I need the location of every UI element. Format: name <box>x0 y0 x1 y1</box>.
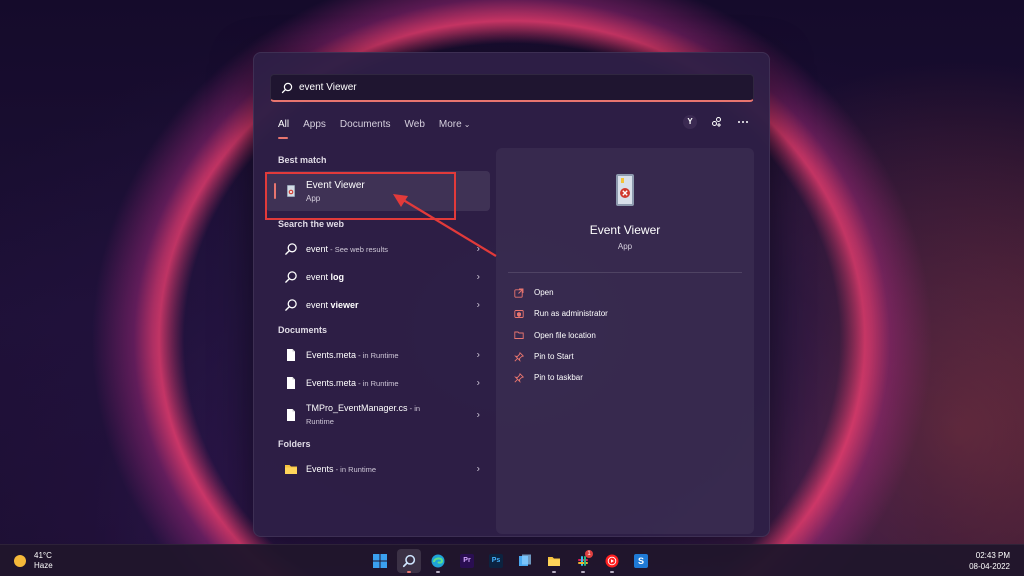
section-best-match: Best match <box>278 155 327 165</box>
pin-icon <box>514 372 524 383</box>
search-icon <box>285 243 297 255</box>
taskbar: 41°C Haze Pr Ps 1 S 02:43 PM 08-04-2022 <box>0 544 1024 576</box>
notification-badge: 1 <box>585 550 593 558</box>
web-result-event[interactable]: event - See web results › <box>266 235 490 263</box>
preview-actions: Open Run as administrator Open file loca… <box>514 282 608 388</box>
start-button[interactable] <box>368 549 392 573</box>
snagit-button[interactable]: S <box>629 549 653 573</box>
weather-temperature: 41°C <box>34 551 52 560</box>
folder-icon <box>285 465 297 474</box>
windows-icon <box>373 554 387 568</box>
youtube-music-button[interactable] <box>600 549 624 573</box>
section-search-the-web: Search the web <box>278 219 345 229</box>
premiere-pro-icon: Pr <box>460 554 474 568</box>
folder-icon <box>514 331 524 340</box>
event-viewer-icon <box>616 174 634 206</box>
pin-icon <box>514 351 524 362</box>
sun-icon <box>14 555 26 567</box>
document-icon <box>287 377 295 389</box>
chevron-right-icon: › <box>476 349 480 361</box>
open-icon <box>514 288 524 298</box>
preview-type: App <box>617 242 633 251</box>
search-taskbar-button[interactable] <box>397 549 421 573</box>
more-options-icon[interactable] <box>737 116 749 128</box>
slack-button[interactable]: 1 <box>571 549 595 573</box>
action-open-file-location[interactable]: Open file location <box>514 325 608 346</box>
task-view-icon <box>519 554 531 566</box>
action-run-as-administrator[interactable]: Run as administrator <box>514 303 608 324</box>
system-clock[interactable]: 02:43 PM 08-04-2022 <box>969 550 1010 572</box>
photoshop-icon: Ps <box>489 554 503 568</box>
action-open[interactable]: Open <box>514 282 608 303</box>
premiere-pro-button[interactable]: Pr <box>455 549 479 573</box>
chevron-right-icon: › <box>476 299 480 311</box>
search-icon <box>285 271 297 283</box>
clock-time: 02:43 PM <box>975 551 1010 560</box>
search-filter-tabs: All Apps Documents Web More ⌄ <box>278 117 484 139</box>
tab-web[interactable]: Web <box>405 117 433 139</box>
document-result[interactable]: TMPro_EventManager.cs - in Runtime › <box>266 397 490 433</box>
chevron-right-icon: › <box>476 243 480 255</box>
folder-result[interactable]: Events - in Runtime › <box>266 455 490 483</box>
chevron-right-icon: › <box>476 271 480 283</box>
start-search-panel: All Apps Documents Web More⌄ Y Best matc… <box>253 52 770 537</box>
tab-documents[interactable]: Documents <box>340 117 399 139</box>
panel-top-icons: Y <box>683 115 749 129</box>
action-pin-to-start[interactable]: Pin to Start <box>514 346 608 367</box>
connected-accounts-icon[interactable] <box>711 116 723 128</box>
tab-all[interactable]: All <box>278 117 297 139</box>
document-icon <box>287 409 295 421</box>
document-icon <box>287 349 295 361</box>
youtube-music-icon <box>605 554 619 568</box>
result-preview-pane: Event Viewer App Open Run as administrat… <box>496 148 754 534</box>
file-explorer-button[interactable] <box>542 549 566 573</box>
document-result[interactable]: Events.meta - in Runtime › <box>266 341 490 369</box>
document-result[interactable]: Events.meta - in Runtime › <box>266 369 490 397</box>
shield-icon <box>514 309 524 318</box>
divider <box>508 272 742 273</box>
weather-widget[interactable]: 41°C Haze <box>14 551 53 571</box>
search-icon <box>281 82 293 93</box>
tab-apps[interactable]: Apps <box>303 117 334 139</box>
chevron-right-icon: › <box>476 463 480 475</box>
tab-more[interactable]: More ⌄ <box>439 117 479 139</box>
edge-button[interactable] <box>426 549 450 573</box>
photoshop-button[interactable]: Ps <box>484 549 508 573</box>
task-view-button[interactable] <box>513 549 537 573</box>
taskbar-apps: Pr Ps 1 S <box>368 549 653 573</box>
search-box[interactable] <box>270 74 754 102</box>
folder-icon <box>548 557 560 566</box>
chevron-right-icon: › <box>476 409 480 421</box>
preview-title: Event Viewer <box>589 223 661 237</box>
search-input[interactable] <box>299 82 753 93</box>
action-pin-to-taskbar[interactable]: Pin to taskbar <box>514 367 608 388</box>
account-avatar[interactable]: Y <box>683 115 697 129</box>
web-result-event-log[interactable]: event log › <box>266 263 490 291</box>
chevron-right-icon: › <box>476 377 480 389</box>
web-result-event-viewer[interactable]: event viewer › <box>266 291 490 319</box>
snagit-icon: S <box>634 554 648 568</box>
section-documents: Documents <box>278 325 328 335</box>
search-icon <box>285 299 297 311</box>
edge-icon <box>431 554 445 568</box>
search-icon <box>402 554 416 568</box>
annotation-highlight-box <box>265 172 456 220</box>
section-folders: Folders <box>278 439 311 449</box>
clock-date: 08-04-2022 <box>969 562 1010 571</box>
weather-description: Haze <box>34 561 53 570</box>
chevron-down-icon: ⌄ <box>463 120 471 129</box>
